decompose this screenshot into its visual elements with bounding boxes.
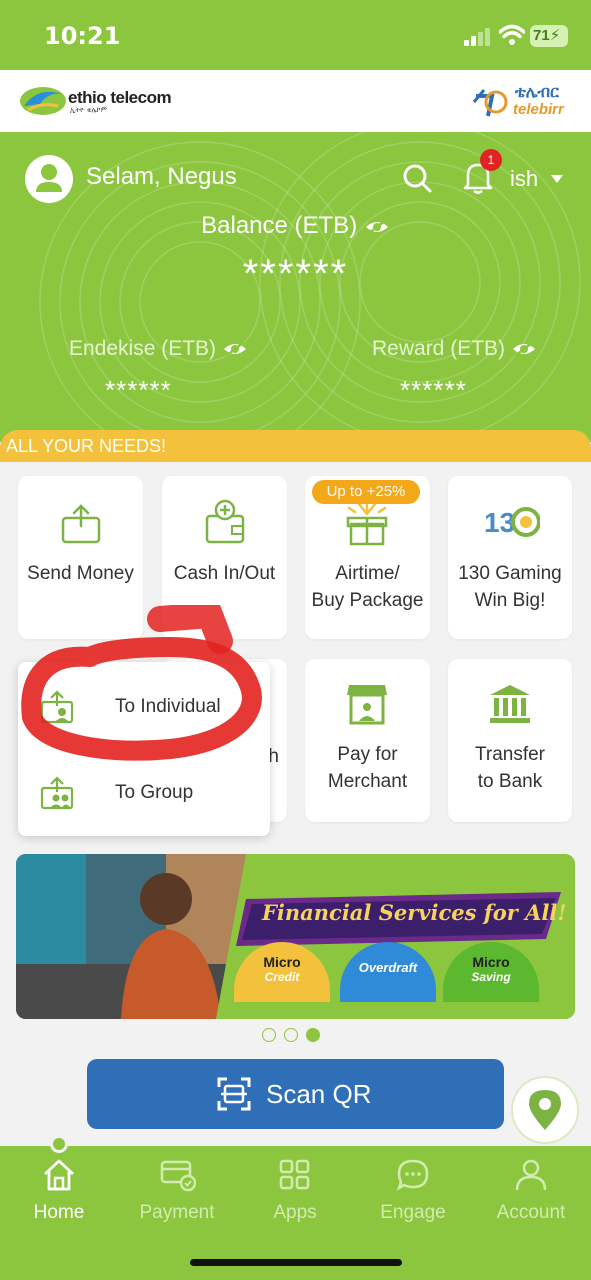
cash-in-out-icon bbox=[205, 499, 245, 544]
home-indicator[interactable] bbox=[190, 1259, 402, 1266]
endekise-label[interactable]: Endekise (ETB) bbox=[69, 337, 248, 361]
balance-label[interactable]: Balance (ETB) bbox=[0, 212, 591, 240]
scan-qr-label: Scan QR bbox=[266, 1079, 372, 1109]
airtime-label: Airtime/Buy Package bbox=[311, 563, 424, 611]
wifi-icon bbox=[499, 24, 525, 45]
section-title: ALL YOUR NEEDS! bbox=[6, 436, 167, 456]
send-money-label: Send Money bbox=[27, 563, 134, 584]
carousel-dot[interactable] bbox=[262, 1028, 276, 1042]
eye-hidden-icon[interactable] bbox=[364, 218, 390, 236]
nav-home[interactable]: Home bbox=[0, 1150, 118, 1240]
pay-merchant-tile[interactable]: Pay for Merchant bbox=[305, 659, 430, 822]
search-icon[interactable] bbox=[402, 163, 432, 193]
send-money-tile[interactable]: Send Money bbox=[18, 476, 143, 639]
send-money-menu: To Individual To Group bbox=[18, 662, 270, 836]
transfer-bank-label: Transfer to Bank bbox=[474, 744, 546, 792]
eye-hidden-icon[interactable] bbox=[511, 340, 537, 358]
user-name: Selam, Negus bbox=[86, 163, 237, 190]
telebirr-logo-icon bbox=[472, 89, 508, 117]
gift-box-icon bbox=[346, 500, 388, 546]
user-icon bbox=[36, 164, 62, 192]
nav-engage[interactable]: Engage bbox=[354, 1150, 472, 1240]
send-money-icon bbox=[61, 504, 101, 544]
operator-sub: ኢትዮ ቴሌኮም bbox=[70, 107, 108, 114]
nav-apps[interactable]: Apps bbox=[236, 1150, 354, 1240]
language-selector[interactable]: ish bbox=[510, 166, 538, 192]
account-person-icon bbox=[515, 1159, 547, 1191]
carousel-dot[interactable] bbox=[284, 1028, 298, 1042]
send-group-icon bbox=[40, 776, 74, 810]
apps-grid-icon bbox=[279, 1159, 310, 1190]
gaming-tile[interactable]: 13 130 Gaming Win Big! bbox=[448, 476, 572, 639]
telebirr-amharic: ቴሌብር bbox=[515, 84, 559, 101]
promo-badge: Up to +25% bbox=[312, 480, 420, 504]
reward-label[interactable]: Reward (ETB) bbox=[372, 337, 537, 361]
avatar[interactable] bbox=[25, 155, 73, 203]
reward-value: ****** bbox=[400, 375, 467, 405]
eye-hidden-icon[interactable] bbox=[222, 340, 248, 358]
qr-scan-icon bbox=[217, 1077, 251, 1111]
bank-icon bbox=[490, 685, 530, 723]
gaming-logo-icon: 13 bbox=[484, 507, 540, 538]
location-button[interactable] bbox=[511, 1076, 579, 1144]
status-time: 10:21 bbox=[44, 22, 121, 50]
chevron-down-icon[interactable] bbox=[550, 174, 564, 184]
operator-name: ethio telecom bbox=[68, 88, 172, 107]
ethio-telecom-logo-icon bbox=[20, 87, 66, 115]
micro-credit-pill: Micro Credit bbox=[234, 942, 330, 1002]
signal-icon bbox=[464, 28, 490, 46]
menu-item-to-individual[interactable]: To Individual bbox=[18, 678, 270, 738]
battery-indicator: 71⚡ bbox=[530, 25, 568, 47]
location-pin-icon bbox=[529, 1090, 561, 1130]
balance-value: ****** bbox=[242, 252, 349, 296]
home-icon bbox=[44, 1159, 74, 1191]
cash-in-out-label: Cash In/Out bbox=[173, 563, 276, 584]
menu-item-to-group[interactable]: To Group bbox=[18, 764, 270, 824]
banner-title: Financial Services for All! bbox=[262, 900, 567, 925]
endekise-value: ****** bbox=[105, 375, 172, 405]
nav-account[interactable]: Account bbox=[472, 1150, 590, 1240]
micro-saving-pill: Micro Saving bbox=[443, 942, 539, 1002]
payment-card-icon bbox=[160, 1160, 196, 1192]
chat-bubble-icon bbox=[396, 1159, 429, 1191]
merchant-store-icon bbox=[347, 685, 387, 725]
svg-text:13: 13 bbox=[484, 507, 515, 538]
cash-in-out-tile[interactable]: Cash In/Out bbox=[162, 476, 287, 639]
send-individual-icon bbox=[40, 690, 74, 724]
carousel-dot-active[interactable] bbox=[306, 1028, 320, 1042]
overdraft-pill: Overdraft bbox=[340, 942, 436, 1002]
gaming-label: 130 Gaming Win Big! bbox=[458, 563, 562, 611]
notification-badge: 1 bbox=[480, 149, 502, 171]
pay-merchant-label: Pay for Merchant bbox=[327, 744, 408, 792]
telebirr-name: telebirr bbox=[513, 101, 564, 118]
nav-payment[interactable]: Payment bbox=[118, 1150, 236, 1240]
transfer-bank-tile[interactable]: Transfer to Bank bbox=[448, 659, 572, 822]
